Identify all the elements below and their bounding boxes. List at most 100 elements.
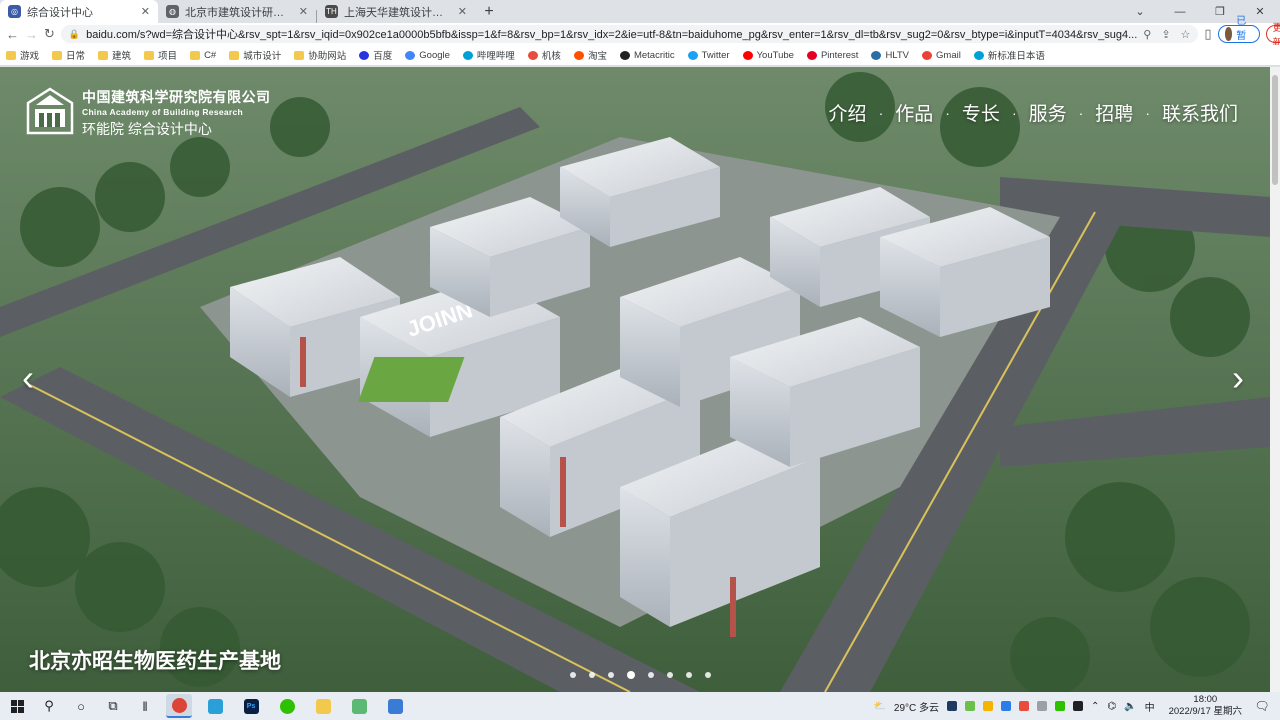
network-icon[interactable]: ⌬ [1107,701,1116,712]
bookmark-link[interactable]: Gmail [922,50,961,61]
chrome-app-icon[interactable] [166,694,192,718]
tab-search-icon[interactable]: ⌄ [1120,0,1160,23]
nav-item[interactable]: 专长 [962,99,1000,126]
nav-item[interactable]: 联系我们 [1162,99,1238,126]
photoshop-app-icon[interactable]: Ps [238,694,264,718]
bookmarks-bar: 游戏 日常 建筑 项目 C# 城市设计 协助网站 百度 Google 哔哩哔哩 机核 淘宝 Metacr… [0,45,1280,66]
notification-icon[interactable]: 🗨 [1250,699,1274,713]
site-logo[interactable]: 中国建筑科学研究院有限公司 China Academy of Building … [26,87,271,139]
image-viewer-icon[interactable] [382,694,408,718]
carousel-dot[interactable] [686,672,692,678]
carousel-dot[interactable] [589,672,595,678]
carousel-dot[interactable] [627,671,635,679]
update-button[interactable]: 更新 ⋮ [1265,23,1280,49]
tray-app-icon[interactable] [1019,701,1030,711]
ime-indicator[interactable]: 中 [1145,699,1155,714]
carousel-dot[interactable] [570,672,576,678]
tab-strip: ◎ 综合设计中心 ✕ ◍ 北京市建筑设计研究院有限公司 ✕ TH 上海天华建筑设… [0,0,1280,23]
bookmark-link[interactable]: Twitter [687,50,730,61]
bookmark-label: 建筑 [112,51,132,62]
notepad-app-icon[interactable] [346,694,372,718]
tab-close-icon[interactable]: ✕ [299,5,308,18]
bookmark-link[interactable]: YouTube [742,50,794,61]
minimize-button[interactable]: — [1160,0,1200,23]
maximize-button[interactable]: ❐ [1200,0,1240,23]
bookmark-link[interactable]: 新标准日本语 [973,48,1045,62]
bookmark-link[interactable]: 哔哩哔哩 [462,48,515,62]
bilibili-icon [462,50,473,60]
weather-text[interactable]: 29°C 多云 [894,699,939,714]
nav-item[interactable]: 招聘 [1095,99,1133,126]
youtube-icon [742,50,753,60]
tab-inactive[interactable]: ◍ 北京市建筑设计研究院有限公司 ✕ [158,0,316,23]
zoom-icon[interactable]: ⚲ [1143,28,1151,41]
hltv-icon [871,50,882,60]
tray-app-icon[interactable] [947,701,958,711]
bookmark-link[interactable]: Metacritic [619,49,675,61]
bookmark-link[interactable]: HLTV [871,50,909,61]
bookmark-folder[interactable]: 城市设计 [229,48,281,62]
carousel-prev-button[interactable]: ‹ [22,357,34,399]
task-view-icon[interactable]: ⧉ [102,695,124,717]
carousel-dot[interactable] [667,672,673,678]
bookmark-folder[interactable]: 建筑 [98,48,131,62]
bookmark-label: Metacritic [633,49,675,61]
tab-close-icon[interactable]: ✕ [458,5,467,18]
carousel-dot[interactable] [608,672,614,678]
tray-app-icon[interactable] [1073,701,1084,711]
back-button[interactable]: ← [6,27,19,42]
twitter-icon [687,50,698,60]
new-tab-button[interactable]: + [475,0,503,23]
carousel-dot[interactable] [648,672,654,678]
scrollbar-thumb[interactable] [1272,75,1278,185]
tray-app-icon[interactable] [1055,701,1066,711]
tab-inactive[interactable]: TH 上海天华建筑设计有限公司官网 ✕ [317,0,475,23]
bookmark-label: 日常 [66,51,86,62]
lock-icon[interactable]: 🔒 [69,29,80,40]
cortana-icon[interactable]: ○ [70,695,92,717]
chevron-up-icon[interactable]: ⌃ [1091,701,1099,712]
tab-favicon-icon: ◍ [166,5,179,18]
logo-chinese-name: 中国建筑科学研究院有限公司 [82,90,271,106]
profile-button[interactable]: 已暂停 [1217,16,1260,57]
carousel-dot[interactable] [705,672,711,678]
wechat-app-icon[interactable] [274,694,300,718]
browser-toolbar: ← → ↻ 🔒 baidu.com/s?wd=综合设计中心&rsv_spt=1&… [0,16,1280,57]
side-panel-icon[interactable]: ▯ [1204,26,1211,42]
share-icon[interactable]: ⇪ [1161,28,1170,41]
tray-app-icon[interactable] [965,701,976,711]
tab-close-icon[interactable]: ✕ [141,5,150,18]
notes-app-icon[interactable] [202,694,228,718]
bookmark-folder[interactable]: 协助网站 [294,48,346,62]
bookmark-link[interactable]: Google [405,50,450,61]
page-scrollbar[interactable] [1270,67,1280,692]
nav-item[interactable]: 作品 [895,99,933,126]
file-explorer-icon[interactable] [310,694,336,718]
volume-icon[interactable]: 🔈 [1124,701,1136,712]
tray-app-icon[interactable] [1037,701,1048,711]
clock-date: 2022/9/17 星期六 [1168,706,1242,717]
bookmark-folder[interactable]: 日常 [52,48,85,62]
bookmark-link[interactable]: 淘宝 [573,48,607,62]
bookmark-star-icon[interactable]: ☆ [1181,28,1191,41]
forward-button[interactable]: → [25,27,38,42]
nav-item[interactable]: 介绍 [829,99,867,126]
tray-app-icon[interactable] [983,701,994,711]
nav-separator: · [878,104,884,121]
bookmark-folder[interactable]: 项目 [144,48,177,62]
bookmark-link[interactable]: 机核 [527,48,561,62]
nav-item[interactable]: 服务 [1029,99,1067,126]
bookmark-link[interactable]: 百度 [359,48,392,62]
reload-button[interactable]: ↻ [44,26,55,42]
bookmark-link[interactable]: Pinterest [806,50,858,61]
weather-icon[interactable]: ⛅ [873,701,885,712]
tray-app-icon[interactable] [1001,701,1012,711]
windows-start-icon[interactable] [6,695,28,717]
bookmark-folder[interactable]: 游戏 [6,48,39,62]
carousel-next-button[interactable]: › [1232,357,1244,399]
search-icon[interactable]: ⚲ [38,695,60,717]
clock[interactable]: 18:00 2022/9/17 星期六 [1169,694,1242,718]
tab-active[interactable]: ◎ 综合设计中心 ✕ [0,0,158,23]
address-bar[interactable]: 🔒 baidu.com/s?wd=综合设计中心&rsv_spt=1&rsv_iq… [60,25,1199,43]
bookmark-folder[interactable]: C# [190,50,216,61]
